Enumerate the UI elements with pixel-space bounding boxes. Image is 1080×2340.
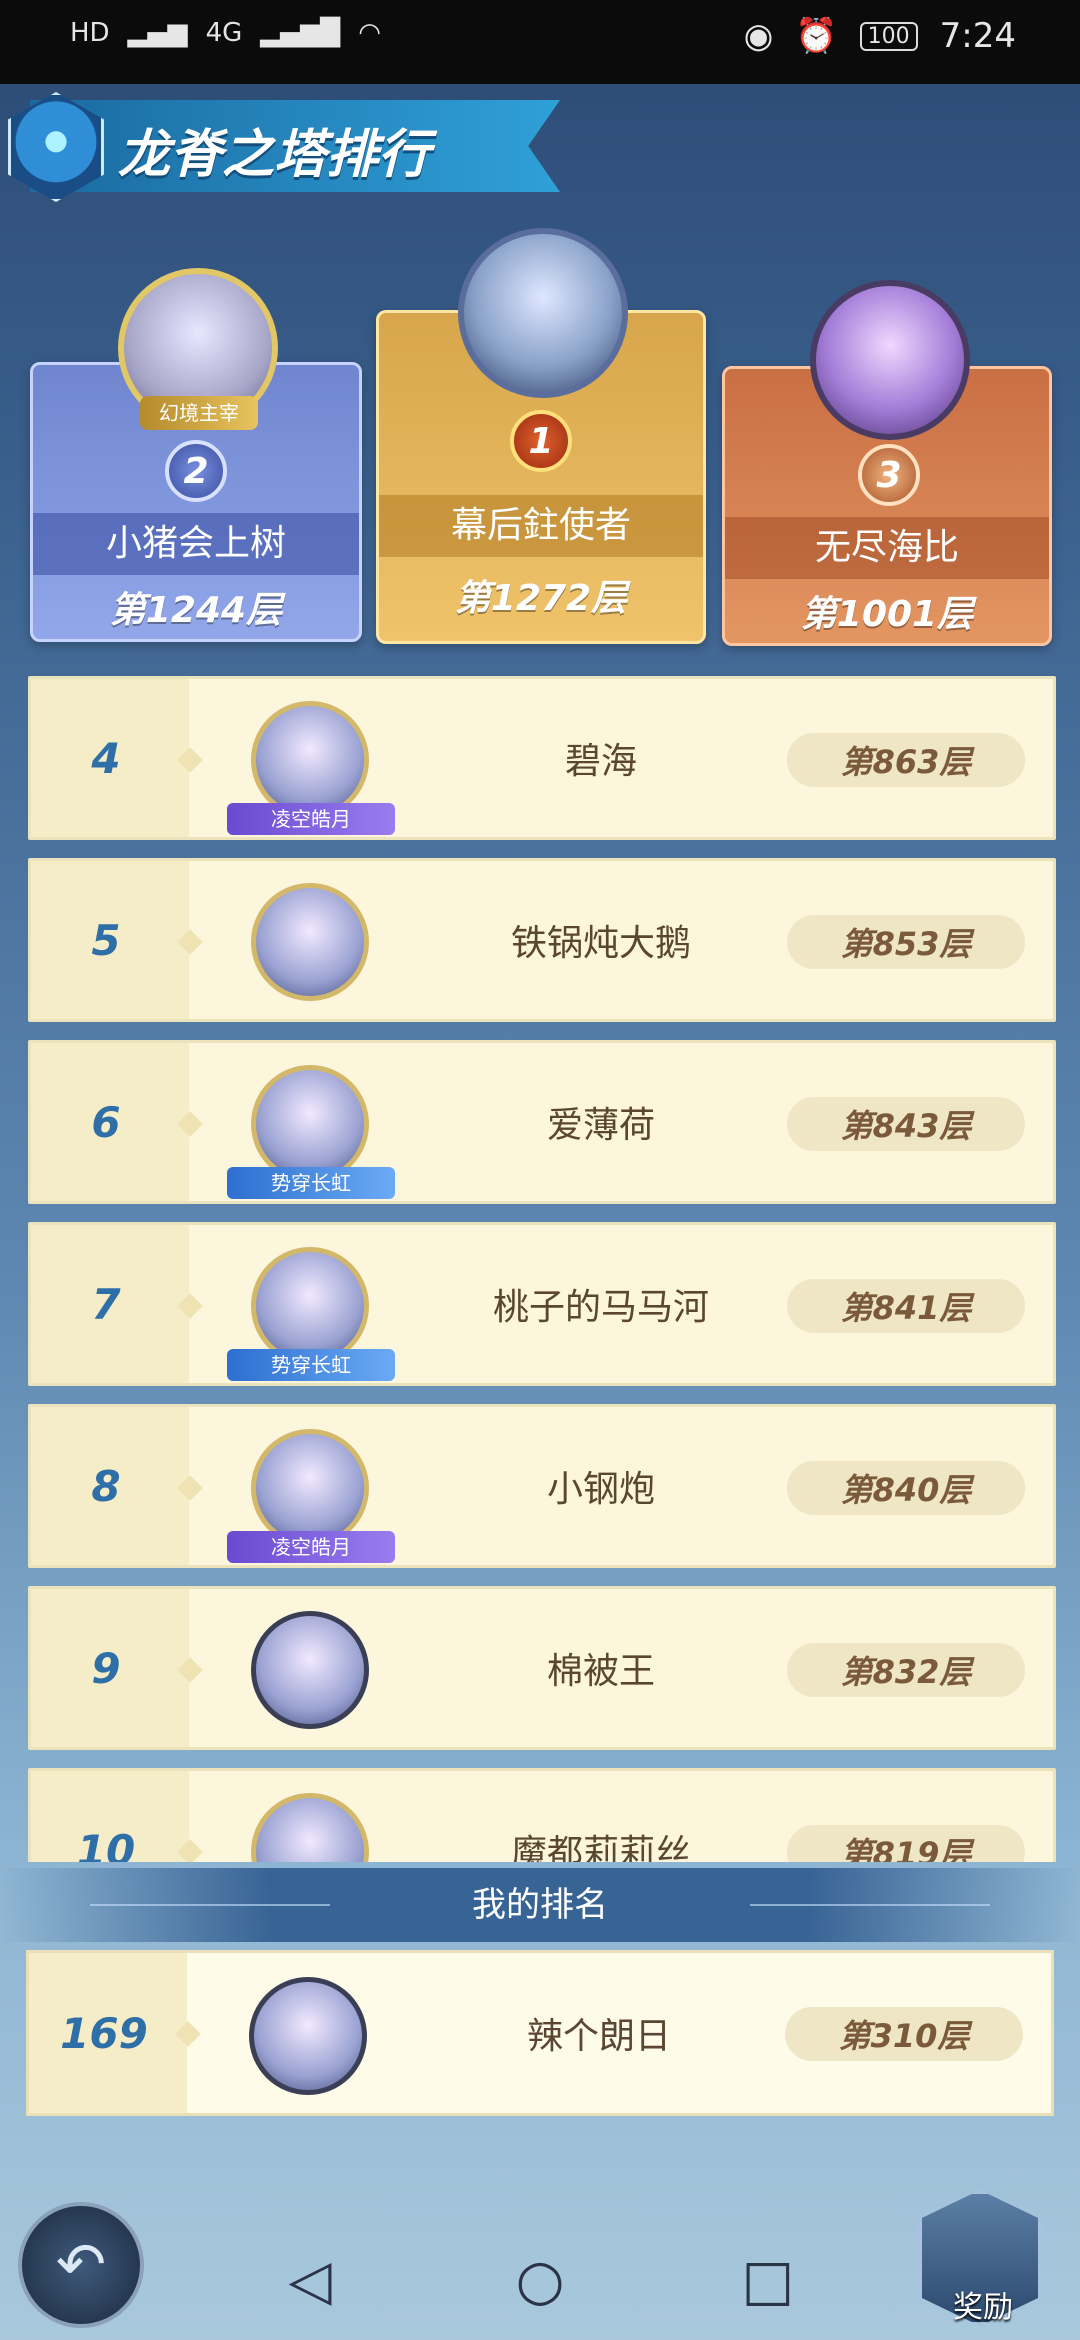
ranking-list[interactable]: 4 凌空皓月 碧海 第863层 5 铁锅炖大鹅 第853层 6 势穿长虹 爱薄荷… [28, 676, 1056, 1862]
floor-pill: 第853层 [787, 915, 1025, 969]
square-recent-icon[interactable]: □ [738, 2248, 798, 2313]
my-ranking-header: 我的排名 [0, 1868, 1080, 1942]
floor-pill: 第832层 [787, 1643, 1025, 1697]
podium-name: 小猪会上树 [33, 513, 359, 575]
floor-pill: 第841层 [787, 1279, 1025, 1333]
triangle-back-icon[interactable]: ◁ [280, 2248, 340, 2313]
back-arrow-icon: ↶ [55, 2230, 107, 2300]
avatar[interactable] [458, 228, 628, 398]
player-name: 辣个朗日 [526, 2016, 671, 2057]
list-item[interactable]: 4 凌空皓月 碧海 第863层 [28, 676, 1056, 840]
eye-icon: ◉ [743, 16, 774, 56]
back-button[interactable]: ↶ [18, 2202, 144, 2328]
row-rank: 169 [60, 2008, 148, 2058]
signal-icon-2: ▂▄▆█ [260, 18, 341, 48]
floor-pill: 第310层 [785, 2007, 1023, 2061]
row-rank: 7 [91, 1279, 121, 1329]
player-name: 桃子的马马河 [492, 1287, 709, 1328]
network-type: 4G [205, 18, 243, 48]
avatar[interactable] [251, 1793, 369, 1862]
hd-indicator: HD [70, 18, 110, 48]
avatar[interactable] [251, 1429, 369, 1547]
player-name: 棉被王 [546, 1651, 655, 1692]
status-right: ◉ ⏰ 100 7:24 [744, 16, 1016, 56]
player-name: 铁锅炖大鹅 [510, 923, 691, 964]
list-item[interactable]: 5 铁锅炖大鹅 第853层 [28, 858, 1056, 1022]
list-item[interactable]: 6 势穿长虹 爱薄荷 第843层 [28, 1040, 1056, 1204]
rank-3-medal-icon: 3 [858, 444, 920, 506]
status-bar: HD ▂▄▆ 4G ▂▄▆█ ◠ ◉ ⏰ 100 7:24 [0, 0, 1080, 84]
row-rank: 8 [91, 1461, 121, 1511]
battery-indicator: 100 [859, 21, 918, 51]
rank-2-medal-icon: 2 [165, 440, 227, 502]
title-badge: 凌空皓月 [227, 1531, 395, 1563]
circle-home-icon[interactable]: ○ [510, 2248, 570, 2313]
podium-floor: 第1001层 [800, 594, 974, 635]
title-badge: 势穿长虹 [227, 1349, 395, 1381]
avatar[interactable] [810, 280, 970, 440]
player-name: 小钢炮 [546, 1469, 655, 1510]
podium-floor: 第1272层 [454, 578, 628, 619]
row-rank: 4 [91, 733, 121, 783]
avatar[interactable] [251, 701, 369, 819]
list-item[interactable]: 9 棉被王 第832层 [28, 1586, 1056, 1750]
my-ranking-title: 我的排名 [472, 1885, 608, 1925]
floor-pill: 第863层 [787, 733, 1025, 787]
avatar[interactable] [251, 883, 369, 1001]
podium-name: 幕后鉒使者 [379, 495, 703, 557]
avatar[interactable] [251, 1611, 369, 1729]
list-item[interactable]: 7 势穿长虹 桃子的马马河 第841层 [28, 1222, 1056, 1386]
avatar[interactable] [249, 1977, 367, 2095]
rank-1-medal-icon: 1 [510, 410, 572, 472]
avatar[interactable] [251, 1065, 369, 1183]
reward-label[interactable]: 奖励 [928, 2282, 1038, 2326]
podium-name: 无尽海比 [725, 517, 1049, 579]
floor-pill: 第843层 [787, 1097, 1025, 1151]
row-rank: 10 [76, 1825, 136, 1863]
floor-pill: 第840层 [787, 1461, 1025, 1515]
clock: 7:24 [939, 16, 1016, 56]
row-rank: 6 [91, 1097, 121, 1147]
list-item[interactable]: 10 魔都莉莉丝 第819层 [28, 1768, 1056, 1862]
avatar[interactable] [251, 1247, 369, 1365]
title-badge: 幻境主宰 [140, 396, 258, 430]
podium-floor: 第1244层 [109, 590, 283, 631]
alarm-icon: ⏰ [795, 16, 838, 56]
title-badge: 势穿长虹 [227, 1167, 395, 1199]
signal-icon: ▂▄▆ [127, 18, 188, 48]
player-name: 碧海 [564, 741, 637, 782]
row-rank: 5 [91, 915, 121, 965]
player-name: 魔都莉莉丝 [510, 1833, 691, 1862]
my-ranking-row[interactable]: 169 辣个朗日 第310层 [26, 1950, 1054, 2116]
status-left: HD ▂▄▆ 4G ▂▄▆█ ◠ [70, 18, 381, 48]
player-name: 爱薄荷 [546, 1105, 655, 1146]
list-item[interactable]: 8 凌空皓月 小钢炮 第840层 [28, 1404, 1056, 1568]
row-rank: 9 [91, 1643, 121, 1693]
page-title: 龙脊之塔排行 [118, 125, 431, 185]
wifi-icon: ◠ [358, 18, 381, 48]
floor-pill: 第819层 [787, 1825, 1025, 1862]
title-badge: 凌空皓月 [227, 803, 395, 835]
